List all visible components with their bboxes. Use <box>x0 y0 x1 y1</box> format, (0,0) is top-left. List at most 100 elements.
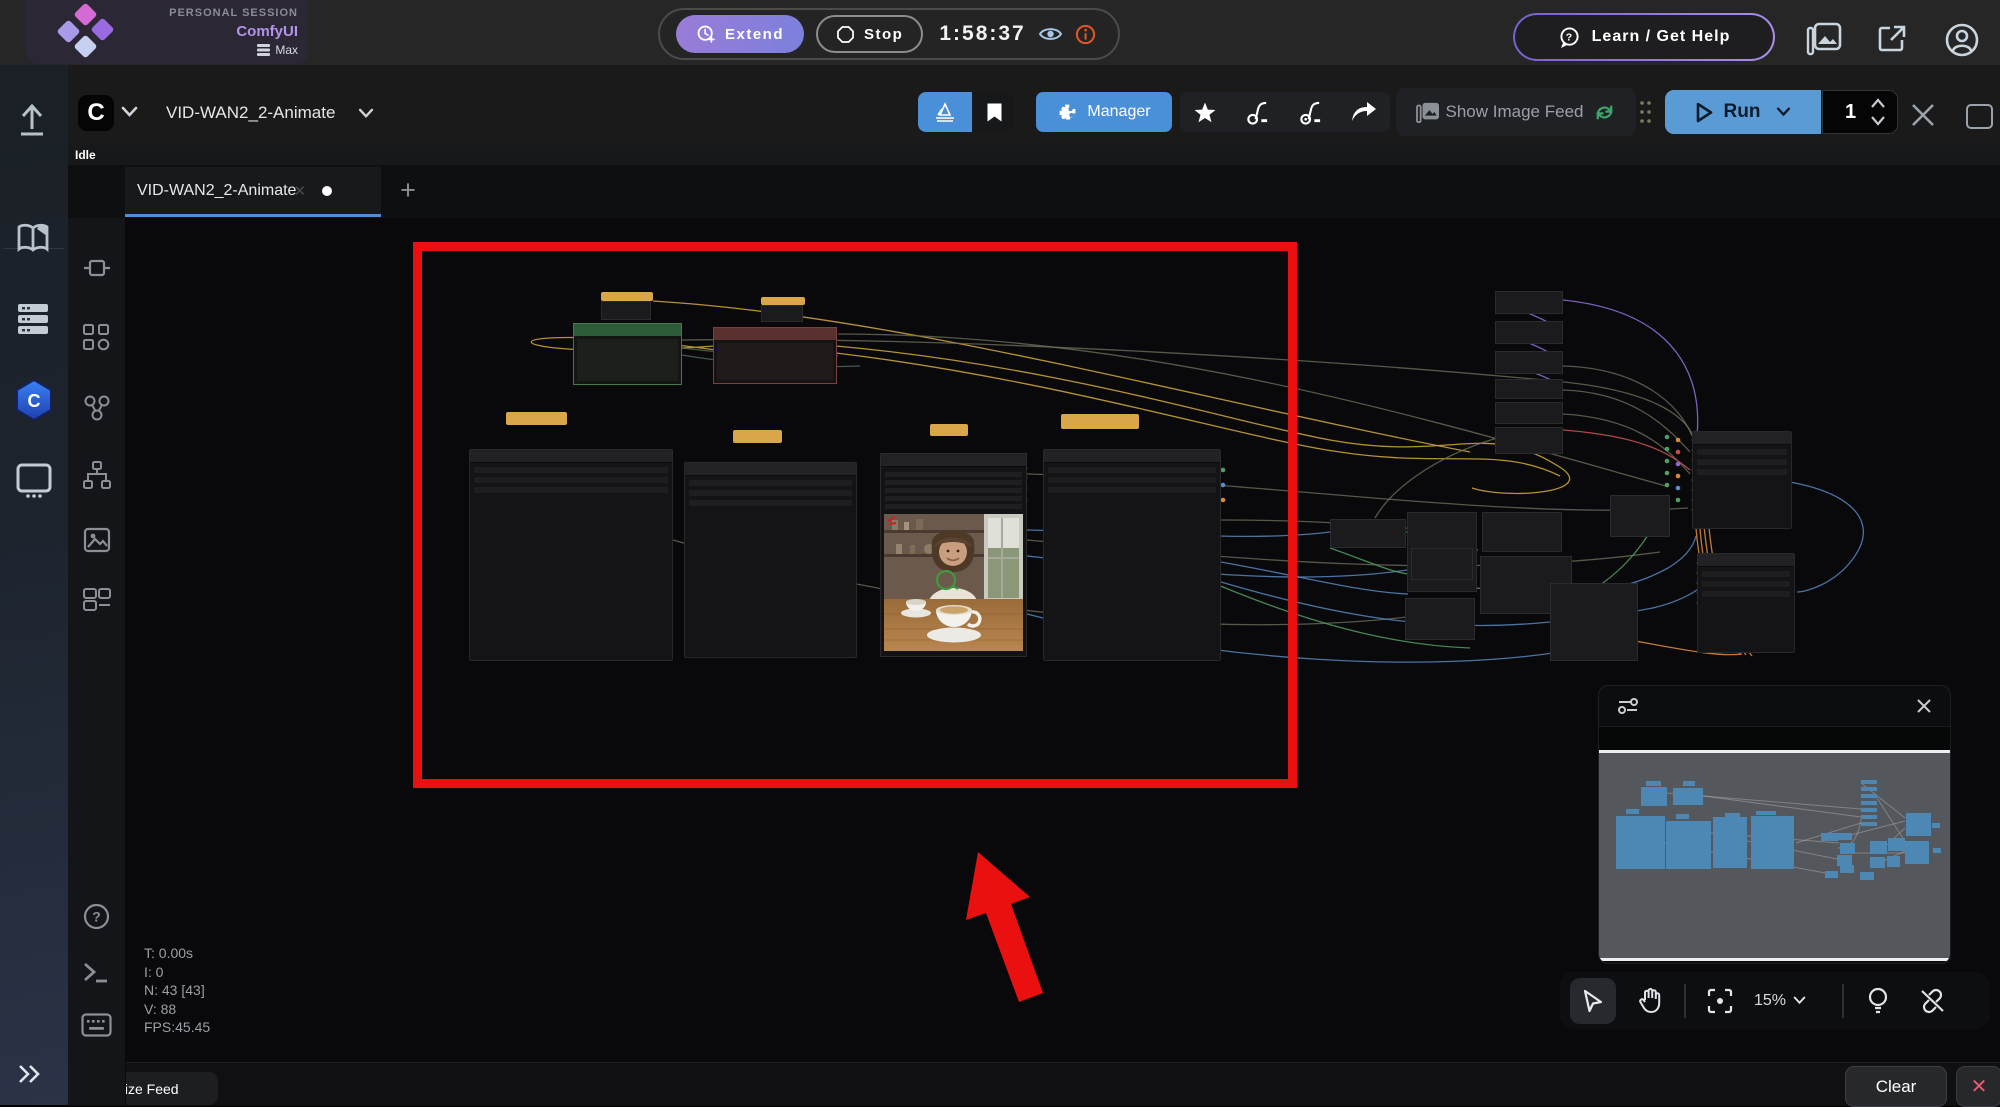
upload-icon[interactable] <box>16 103 48 137</box>
new-tab-button[interactable]: + <box>393 176 423 206</box>
logo-diamond-purple <box>90 17 114 41</box>
cluster-node[interactable] <box>1330 519 1406 548</box>
gallery-icon[interactable] <box>1806 22 1842 56</box>
manager-button[interactable]: Manager <box>1036 92 1172 132</box>
stack-node[interactable] <box>1495 321 1563 344</box>
cluster-node[interactable] <box>1482 512 1562 552</box>
workflow-node[interactable] <box>1692 431 1792 529</box>
image-feed-icon <box>1416 101 1440 123</box>
templates-layout-icon[interactable] <box>82 587 112 613</box>
workflow-chevron-down-icon[interactable] <box>358 108 374 119</box>
fit-view-button[interactable] <box>1700 978 1740 1024</box>
show-image-feed-button[interactable]: Show Image Feed <box>1396 88 1636 136</box>
model-library-icon[interactable] <box>82 323 112 353</box>
svg-text:?: ? <box>1565 31 1572 43</box>
menu-chevron-down-icon[interactable] <box>121 106 138 118</box>
session-warning-info-icon[interactable] <box>1075 24 1096 45</box>
comfy-cloud-logo <box>56 5 120 59</box>
minimap-settings-icon[interactable] <box>1617 696 1639 716</box>
cluster-node[interactable] <box>1610 495 1670 537</box>
workflow-name-dropdown[interactable]: VID-WAN2_2-Animate <box>166 103 335 123</box>
batch-count-stepper[interactable]: 1 <box>1822 90 1898 134</box>
tab-unsaved-dot <box>322 186 332 196</box>
svg-text:?: ? <box>92 909 101 925</box>
stack-node[interactable] <box>1495 351 1563 374</box>
octagon-stop-icon <box>836 25 855 44</box>
minimap-viewport-edge-bottom <box>1599 958 1950 961</box>
tab-close-icon[interactable]: ✕ <box>293 182 306 200</box>
status-label: Idle <box>75 148 96 162</box>
status-strip: Idle <box>68 145 2000 165</box>
stack-node[interactable] <box>1495 402 1563 424</box>
eye-icon[interactable] <box>1038 25 1063 43</box>
select-tool-button[interactable] <box>1570 978 1616 1024</box>
canvas-stats: T: 0.00s I: 0 N: 43 [43] V: 88 FPS:45.45 <box>144 944 210 1037</box>
zoom-level-value: 15% <box>1754 992 1786 1010</box>
rail-divider <box>4 248 64 249</box>
feed-refresh-icon <box>1593 101 1616 124</box>
hand-icon <box>1637 987 1663 1014</box>
stack-node[interactable] <box>1495 291 1563 314</box>
keyboard-shortcuts-icon[interactable] <box>81 1013 112 1037</box>
machines-icon[interactable] <box>16 303 50 335</box>
cancel-run-icon[interactable] <box>1910 102 1936 128</box>
workflow-node[interactable] <box>1697 553 1795 653</box>
node-library-icon[interactable] <box>83 257 111 279</box>
stack-node[interactable] <box>1495 379 1563 399</box>
comfyui-menu-button[interactable]: C <box>78 95 114 131</box>
desktop-app-icon[interactable] <box>15 463 53 499</box>
custom-nodes-icon[interactable] <box>82 393 112 423</box>
session-app-name: ComfyUI <box>236 23 298 40</box>
session-card: PERSONAL SESSION ComfyUI Max <box>26 0 308 64</box>
terminal-icon[interactable] <box>82 961 110 985</box>
clock-plus-icon <box>696 24 716 44</box>
puzzle-icon <box>1057 102 1078 123</box>
minimap-viewport[interactable] <box>1599 753 1950 958</box>
workflows-tree-icon[interactable] <box>82 460 112 490</box>
share-icon[interactable] <box>1351 101 1377 123</box>
comfyui-hexagon-icon[interactable]: C <box>14 379 54 421</box>
toolbar-drag-handle[interactable] <box>1638 99 1654 127</box>
logo-diamond-lightblue <box>73 34 97 58</box>
star-icon[interactable] <box>1193 101 1217 124</box>
stop-button[interactable]: Stop <box>816 15 923 53</box>
bookmark-icon <box>986 102 1003 123</box>
stop-render-icon[interactable] <box>1966 104 1993 129</box>
open-external-icon[interactable] <box>1876 23 1908 55</box>
learn-get-help-button[interactable]: ? Learn / Get Help <box>1513 13 1775 61</box>
zoom-level-dropdown[interactable]: 15% <box>1754 992 1806 1010</box>
pan-tool-button[interactable] <box>1630 978 1670 1024</box>
toggle-links-button[interactable] <box>1912 978 1952 1024</box>
toggle-theme-button[interactable] <box>1858 978 1898 1024</box>
stepper-arrows-icon[interactable] <box>1870 97 1886 127</box>
minimap-panel[interactable] <box>1598 685 1951 964</box>
outputs-gallery-icon[interactable] <box>83 527 111 553</box>
canvas-side-rail: ? <box>68 145 126 1105</box>
cursor-icon <box>1582 989 1604 1013</box>
session-type-label: PERSONAL SESSION <box>169 7 298 19</box>
clear-feed-button[interactable]: Clear <box>1845 1066 1947 1107</box>
close-feed-x-icon: ✕ <box>1971 1074 1988 1099</box>
cluster-node[interactable] <box>1550 583 1638 661</box>
account-icon[interactable] <box>1944 22 1980 58</box>
minimap-graph <box>1599 753 1947 958</box>
close-feed-button[interactable]: ✕ <box>1956 1066 2000 1107</box>
stack-node[interactable] <box>1495 427 1563 454</box>
vacuum-clean-icon[interactable] <box>1245 100 1270 125</box>
stat-fps: FPS:45.45 <box>144 1018 210 1037</box>
cluster-node[interactable] <box>1405 598 1475 640</box>
tab-active-workflow[interactable]: VID-WAN2_2-Animate ✕ <box>125 167 381 217</box>
extend-button[interactable]: Extend <box>676 15 804 53</box>
help-icon[interactable]: ? <box>83 903 110 930</box>
canvas-theme-button[interactable] <box>918 92 972 132</box>
expand-rail-icon[interactable] <box>16 1063 44 1085</box>
cluster-node[interactable] <box>1411 548 1473 580</box>
link-off-icon <box>1918 987 1947 1015</box>
vacuum-clean-all-icon[interactable] <box>1298 100 1323 125</box>
help-bubble-icon: ? <box>1558 27 1581 48</box>
bookmark-button[interactable] <box>974 92 1014 132</box>
image-feed-bar <box>68 1062 2000 1106</box>
run-button[interactable]: Run <box>1665 90 1821 134</box>
logo-diamond-lavender <box>56 19 80 43</box>
minimap-close-icon[interactable] <box>1916 698 1932 714</box>
